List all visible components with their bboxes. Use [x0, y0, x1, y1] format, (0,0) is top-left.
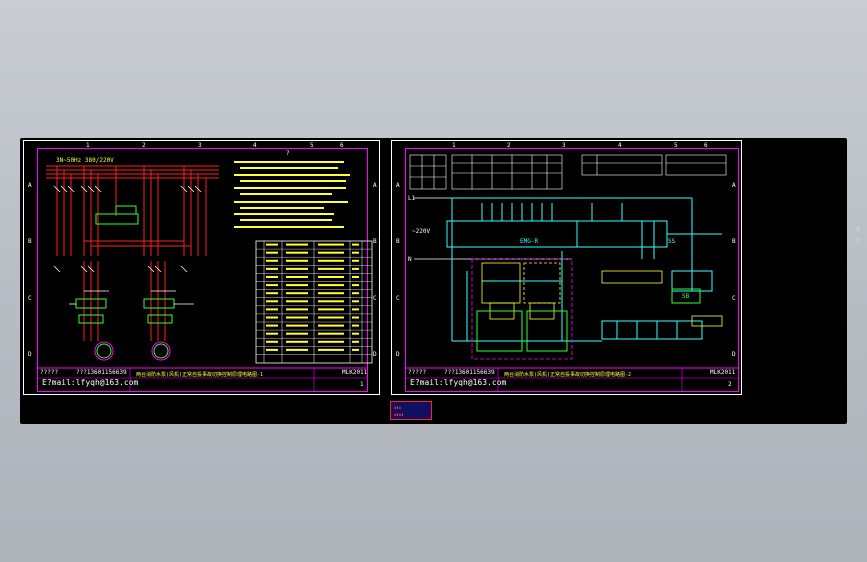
label-n: N: [408, 256, 412, 263]
label-ss: SS: [668, 238, 676, 245]
table-cell-text: [318, 292, 344, 295]
table-cell-text: [318, 276, 344, 278]
table-cell-text: [318, 284, 344, 287]
title-block-email: E?mail:lfyqh@163.com: [42, 378, 139, 387]
table-cell-text: [352, 348, 359, 351]
table-cell-text: [318, 251, 344, 254]
table-cell-text: [286, 332, 308, 335]
drawing-canvas[interactable]: 1 2 3 4 5 6 A B C D A B C D 3N~50Hz 380/…: [20, 138, 847, 424]
table-cell-text: [266, 276, 278, 278]
table-cell-text: [266, 308, 278, 311]
table-cell-text: [286, 243, 308, 246]
table-cell-text: [318, 332, 344, 335]
label-sb: SB: [682, 293, 690, 300]
table-cell-text: [286, 292, 308, 295]
table-cell-text: [266, 292, 278, 295]
table-cell-text: [266, 324, 278, 327]
table-cell-text: [286, 284, 308, 287]
table-cell-text: [352, 259, 359, 262]
nav-down-icon[interactable]: ?: [856, 237, 860, 245]
title-block-title: 两台消防水泵(风机)正常自投事故切换控制原理电路图-1: [136, 372, 264, 378]
table-cell-text: [286, 308, 308, 311]
table-cell-text: [286, 300, 308, 303]
table-cell-text: [266, 300, 278, 303]
label-220v: ~220V: [412, 228, 431, 235]
sheet-left: 1 2 3 4 5 6 A B C D A B C D 3N~50Hz 380/…: [23, 140, 380, 395]
title-block-code: MLK2011: [342, 369, 368, 376]
table-cell-text: [286, 324, 308, 327]
table-cell-text: [318, 243, 344, 246]
table-cell-text: [352, 308, 359, 311]
table-cell-text: [266, 267, 278, 270]
table-cell-text: [266, 340, 278, 343]
table-cell-text: [266, 259, 278, 262]
table-cell-text: [352, 292, 359, 295]
table-cell-text: [352, 340, 359, 343]
table-cell-text: [352, 284, 359, 287]
table-cell-text: [318, 316, 344, 319]
title-block-phone: ???13601156639: [76, 369, 127, 376]
table-cell-text: [266, 332, 278, 335]
nav-up-icon[interactable]: ?: [856, 226, 860, 234]
table-cell-text: [266, 348, 278, 351]
title-block-phone: ???13601156639: [444, 369, 495, 376]
title-block-extra: ?????: [408, 369, 427, 376]
title-block-extra: ?????: [40, 369, 59, 376]
table-cell-text: [318, 259, 344, 262]
title-block-code: MLK2011: [710, 369, 736, 376]
table-cell-text: [352, 300, 359, 303]
table-cell-text: [352, 267, 359, 270]
table-cell-text: [286, 340, 308, 343]
table-cell-text: [352, 276, 359, 278]
table-cell-text: [286, 267, 308, 270]
label-l1: L1: [408, 195, 416, 202]
table-cell-text: [318, 340, 344, 343]
table-cell-text: [286, 259, 308, 262]
table-cell-text: [352, 324, 359, 327]
table-cell-text: [266, 284, 278, 287]
left-schematic: [38, 161, 373, 391]
table-cell-text: [286, 316, 308, 319]
table-cell-text: [266, 316, 278, 319]
table-cell-text: [318, 348, 344, 351]
table-cell-text: [352, 316, 359, 319]
table-cell-text: [318, 324, 344, 327]
table-cell-text: [318, 300, 344, 303]
table-cell-text: [318, 267, 344, 270]
table-cell-text: [352, 332, 359, 335]
table-cell-text: [266, 243, 278, 246]
table-cell-text: [286, 276, 308, 278]
sheet-right: 1 2 3 4 5 6 A B C D A B C D L1 ~220V N E…: [391, 140, 742, 395]
right-schematic: [406, 154, 739, 391]
label-emg: EMG-R: [520, 238, 539, 245]
table-cell-text: [286, 348, 308, 351]
table-cell-text: [286, 251, 308, 254]
title-block-email: E?mail:lfyqh@163.com: [410, 378, 507, 387]
table-cell-text: [318, 308, 344, 311]
title-block-page: 1: [360, 381, 364, 388]
title-block-page: 2: [728, 381, 732, 388]
title-block-title: 两台消防水泵(风机)正常自投事故切换控制原理电路图-2: [504, 372, 632, 378]
table-cell-text: [352, 243, 359, 246]
table-cell-text: [266, 251, 278, 254]
table-cell-text: [352, 251, 359, 254]
stamp-logo: ▮▮▮ ▮▮▮▮: [390, 401, 432, 420]
